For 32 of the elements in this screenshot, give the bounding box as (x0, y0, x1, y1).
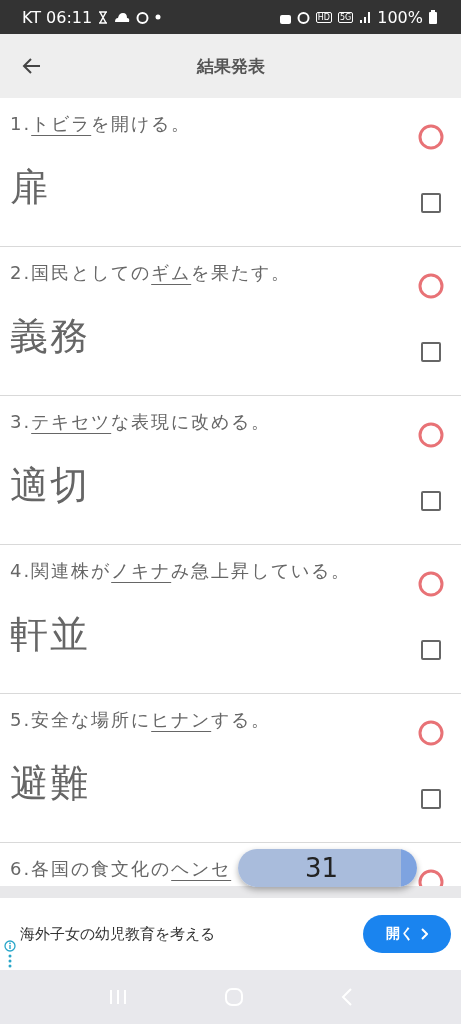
checkbox[interactable] (421, 789, 441, 809)
counter-pill: 31 (238, 849, 417, 887)
hd-indicator: HD (315, 11, 332, 23)
question-text: 1.トビラ を開ける。 (10, 112, 192, 136)
status-time: KT 06:11 (22, 7, 93, 27)
answer-text: 軒並 (9, 611, 91, 658)
hourglass-icon (98, 10, 109, 24)
dot-icon (155, 14, 162, 20)
chevron-right-icon (420, 928, 428, 940)
battery-icon (429, 10, 437, 24)
question-text: 3.テキセツ な表現に改める。 (10, 410, 272, 434)
question-text: 6.各国の食文化のヘンセ (10, 857, 232, 881)
question-text: 2.国民としての ギム を果たす。 (10, 261, 292, 285)
checkbox[interactable] (421, 342, 441, 362)
answer-text: 扉 (9, 164, 51, 211)
question-text: 5.安全な場所に ヒナンする。 (10, 708, 272, 732)
screen-title: 結果発表 (196, 54, 265, 78)
more-icon[interactable] (8, 954, 12, 968)
cloud-icon (114, 12, 131, 22)
ad-text: 海外子女の幼児教育を考える (20, 924, 216, 944)
info-icon[interactable] (4, 940, 16, 952)
answer-text: 義務 (9, 313, 91, 360)
question-text: 4.関連株が ノキナみ急上昇している。 (10, 559, 352, 583)
checkbox[interactable] (421, 640, 441, 660)
checkbox[interactable] (421, 193, 441, 213)
answer-text: 避難 (9, 760, 91, 807)
signal-icon (359, 11, 372, 23)
checkbox[interactable] (421, 491, 441, 511)
network-indicator: 5G (337, 11, 354, 23)
open-button[interactable]: 開く (363, 915, 451, 953)
battery-percent: 100% (377, 7, 423, 27)
answer-text: 適切 (9, 462, 91, 509)
